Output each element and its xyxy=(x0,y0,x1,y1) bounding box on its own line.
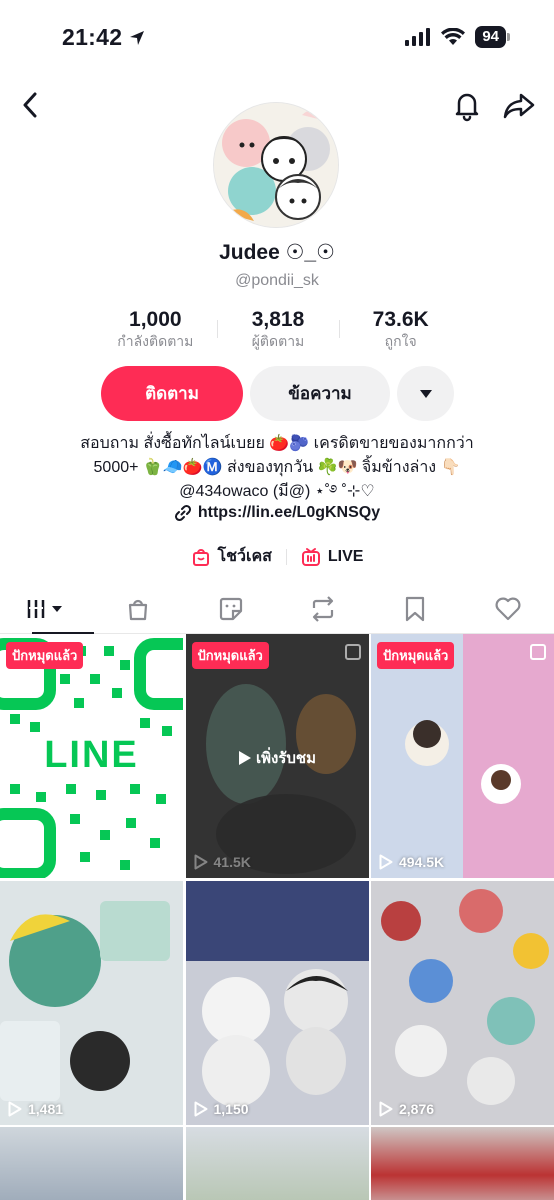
play-outline-icon xyxy=(8,1101,22,1116)
link-icon xyxy=(174,504,191,522)
bio-line: 5000+ 🫑🧢🍅Ⓜ️ ส่งของทุกวัน ☘️🐶 จิ้มข้างล่า… xyxy=(93,459,461,476)
stat-label: ผู้ติดตาม xyxy=(251,333,305,349)
tab-saved[interactable] xyxy=(369,584,461,633)
plush-thumbnail xyxy=(185,880,369,1125)
play-outline-icon xyxy=(194,1101,207,1116)
status-time: 21:42 xyxy=(62,24,146,51)
share-button[interactable] xyxy=(502,88,536,122)
pinned-badge: ปักหมุดแล้ว xyxy=(6,642,84,669)
profile-tabbar xyxy=(0,584,554,634)
stat-label: ถูกใจ xyxy=(384,333,417,349)
tab-stickers[interactable] xyxy=(185,584,277,633)
username: @pondii_sk xyxy=(235,272,319,289)
video-tile[interactable]: LINE ปักหมุดแล้ว xyxy=(0,634,183,878)
bookmark-icon xyxy=(406,596,425,621)
grid-filter-icon xyxy=(27,599,63,618)
shopping-bag-icon xyxy=(192,548,209,566)
view-count: 2,876 xyxy=(379,1101,434,1117)
stat-label: กำลังติดตาม xyxy=(117,333,194,349)
stat-following[interactable]: 1,000 กำลังติดตาม xyxy=(94,308,217,354)
video-tile[interactable]: 2,876 xyxy=(371,880,554,1125)
view-count: 41.5K xyxy=(194,854,251,870)
video-tile[interactable]: ปักหมุดแล้ว เพิ่งรับชม 41.5K xyxy=(185,634,369,878)
multi-image-icon xyxy=(344,644,361,660)
profile-extras: โชว์เคส LIVE xyxy=(0,544,554,569)
bio-link-text: https://lin.ee/L0gKNSQy xyxy=(197,504,381,521)
shopping-bag-icon xyxy=(129,599,148,620)
divider xyxy=(285,548,287,565)
location-arrow-icon xyxy=(130,30,145,45)
tab-liked[interactable] xyxy=(462,584,554,633)
video-tile[interactable] xyxy=(185,1127,369,1200)
showcase-link[interactable]: โชว์เคส xyxy=(191,544,272,569)
stat-followers[interactable]: 3,818 ผู้ติดตาม xyxy=(216,308,340,354)
showcase-label: โชว์เคส xyxy=(217,548,272,565)
view-count-text: 1,481 xyxy=(28,1100,64,1117)
keychain-thumbnail xyxy=(371,880,554,1125)
back-button[interactable] xyxy=(14,88,46,122)
play-outline-icon xyxy=(379,1101,393,1116)
video-tile[interactable]: ปักหมุดแล้ว 494.5K xyxy=(371,634,554,878)
multi-image-icon xyxy=(530,644,546,660)
play-outline-icon xyxy=(379,854,393,870)
profile-stats: 1,000 กำลังติดตาม 3,818 ผู้ติดตาม 73.6K … xyxy=(94,308,462,354)
view-count-text: 1,150 xyxy=(213,1100,249,1117)
stat-value: 1,000 xyxy=(129,308,182,331)
tab-reposts[interactable] xyxy=(277,584,369,633)
bell-icon xyxy=(455,93,479,122)
video-grid: LINE ปักหมุดแล้ว ปักหมุดแล้ว เพิ่งรับชม … xyxy=(0,634,554,1200)
signal-icon xyxy=(405,28,431,46)
chevron-left-icon xyxy=(23,92,37,118)
profile-actions: ติดตาม ข้อความ xyxy=(101,366,454,421)
bio-line: สอบถาม สั่งซื้อทักไลน์เบยย 🍅🫐 เครดิตขายข… xyxy=(80,435,474,452)
heart-icon xyxy=(495,597,521,620)
live-link[interactable]: LIVE xyxy=(301,547,364,567)
repost-icon xyxy=(313,595,334,622)
avatar-illustration xyxy=(214,103,338,227)
wifi-icon xyxy=(441,28,466,45)
play-icon xyxy=(239,751,251,765)
message-button[interactable]: ข้อความ xyxy=(250,366,390,421)
video-tile[interactable] xyxy=(0,1127,183,1200)
view-count: 1,481 xyxy=(8,1101,63,1117)
socks-thumbnail xyxy=(371,634,554,878)
clock-text: 21:42 xyxy=(62,24,123,50)
view-count-text: 494.5K xyxy=(399,854,445,870)
bio-link[interactable]: https://lin.ee/L0gKNSQy xyxy=(0,504,554,522)
toy-thumbnail xyxy=(0,880,183,1125)
video-tile[interactable]: 1,150 xyxy=(185,880,369,1125)
tab-shop[interactable] xyxy=(92,584,184,633)
caret-down-icon xyxy=(419,389,432,398)
recently-watched-text: เพิ่งรับชม xyxy=(256,750,316,767)
live-tv-icon xyxy=(301,547,320,566)
bio: สอบถาม สั่งซื้อทักไลน์เบยย 🍅🫐 เครดิตขายข… xyxy=(30,432,524,504)
display-name: Judee ☉_☉ xyxy=(219,241,335,264)
more-dropdown-button[interactable] xyxy=(397,366,454,421)
pinned-badge: ปักหมุดแล้ว xyxy=(377,642,455,669)
bio-line: @434owaco (มี@) ⋆˚࿔ ˚⊹♡ xyxy=(179,483,375,500)
view-count: 494.5K xyxy=(379,854,444,870)
view-count-text: 2,876 xyxy=(399,1100,435,1117)
pinned-badge: ปักหมุดแล้ว xyxy=(191,642,269,669)
battery-indicator: 94 xyxy=(475,26,510,48)
view-count-text: 41.5K xyxy=(213,854,251,870)
live-label: LIVE xyxy=(327,547,364,565)
tab-videos[interactable] xyxy=(0,584,95,634)
notification-button[interactable] xyxy=(450,88,484,122)
avatar[interactable] xyxy=(213,102,339,228)
share-arrow-icon xyxy=(503,93,535,119)
play-outline-icon xyxy=(194,854,207,870)
video-tile[interactable]: 1,481 xyxy=(0,880,183,1125)
recently-watched-label: เพิ่งรับชม xyxy=(186,746,369,770)
stat-likes[interactable]: 73.6K ถูกใจ xyxy=(339,308,462,354)
video-tile[interactable] xyxy=(371,1127,554,1200)
status-indicators: 94 xyxy=(405,26,510,48)
follow-button[interactable]: ติดตาม xyxy=(101,366,243,421)
status-bar: 21:42 94 xyxy=(0,0,554,74)
line-logo-text: LINE xyxy=(44,734,139,776)
view-count: 1,150 xyxy=(194,1101,249,1117)
stat-value: 73.6K xyxy=(372,308,429,331)
stat-value: 3,818 xyxy=(251,308,305,331)
sticker-icon xyxy=(219,597,242,620)
